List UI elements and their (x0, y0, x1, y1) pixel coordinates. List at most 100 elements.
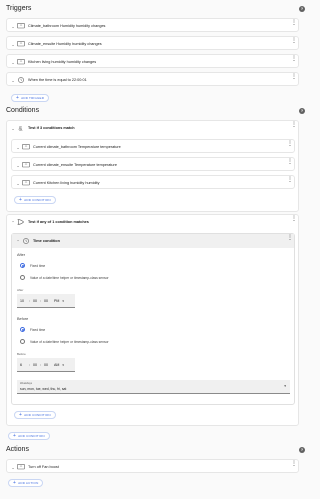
chevron-down-icon[interactable]: ⌄ (9, 78, 17, 83)
overflow-menu-icon[interactable]: ⋮ (291, 74, 297, 80)
before-heading: Before (17, 317, 29, 321)
before-fixed-time-radio[interactable] (20, 327, 25, 332)
condition-group-and: ⌄ & Test if 3 conditions match ⋮ ⌄ Curre… (6, 120, 299, 212)
condition-label: Current Kitchen living humidity humidity (33, 181, 100, 185)
chevron-down-icon[interactable]: ⌄ (9, 126, 17, 131)
plus-icon: + (19, 412, 23, 418)
after-second[interactable]: 00 (44, 299, 48, 303)
trigger-row[interactable]: ⌄ Kitchen living humidity humidity chang… (6, 54, 299, 68)
condition-label: Current climate_bathroom Temperature tem… (33, 145, 121, 149)
condition-row[interactable]: ⌄ Current climate_ensuite Temperature te… (11, 157, 295, 171)
dropdown-arrow-icon: ▾ (62, 298, 64, 303)
device-icon (22, 144, 30, 150)
after-ampm[interactable]: PM (54, 299, 59, 303)
actions-heading: Actions (6, 446, 29, 453)
time-condition-title: Time condition (33, 239, 60, 243)
or-gate-icon (17, 219, 25, 225)
device-icon (22, 180, 30, 186)
after-fixed-time-radio[interactable] (20, 263, 25, 268)
overflow-menu-icon[interactable]: ⋮ (291, 122, 297, 128)
condition-group-label: Test if 3 conditions match (28, 126, 75, 130)
svg-text:&: & (19, 126, 23, 131)
triggers-heading: Triggers (6, 5, 32, 12)
overflow-menu-icon[interactable]: ⋮ (287, 141, 293, 147)
before-second[interactable]: 00 (44, 363, 48, 367)
plus-icon: + (19, 197, 23, 203)
condition-group-label: Test if any of 1 condition matches (28, 220, 89, 224)
device-icon (22, 162, 30, 168)
clock-icon (18, 77, 24, 83)
condition-row[interactable]: ⌄ Current climate_bathroom Temperature t… (11, 139, 295, 153)
chevron-down-icon[interactable]: ⌄ (9, 24, 17, 29)
conditions-help-icon[interactable]: ? (299, 108, 305, 114)
chevron-down-icon[interactable]: ⌄ (14, 181, 22, 186)
before-minute[interactable]: 00 (33, 363, 37, 367)
add-condition-button[interactable]: + ADD CONDITION (8, 432, 50, 440)
overflow-menu-icon[interactable]: ⋮ (287, 235, 293, 241)
time-condition-card: ⌃ Time condition ⋮ After Fixed time Valu… (11, 233, 295, 405)
device-icon (17, 41, 25, 47)
after-minute[interactable]: 00 (33, 299, 37, 303)
weekdays-select[interactable]: Weekdays sun, mon, tue, wed, thu, fri, s… (17, 380, 290, 394)
overflow-menu-icon[interactable]: ⋮ (291, 56, 297, 62)
device-icon (17, 59, 25, 65)
chevron-down-icon[interactable]: ⌄ (14, 163, 22, 168)
plus-icon: + (13, 433, 17, 439)
condition-label: Current climate_ensuite Temperature temp… (33, 163, 117, 167)
ampersand-icon: & (19, 126, 23, 131)
before-ampm[interactable]: AM (54, 363, 59, 367)
add-action-button[interactable]: + ADD ACTION (8, 479, 44, 487)
device-icon (17, 464, 25, 470)
dropdown-arrow-icon: ▾ (62, 362, 64, 367)
overflow-menu-icon[interactable]: ⋮ (287, 177, 293, 183)
trigger-row[interactable]: ⌄ Climate_bathroom Humidity humidity cha… (6, 18, 299, 32)
condition-group-or: ⌃ Test if any of 1 condition matches ⋮ ⌃… (6, 214, 299, 426)
chevron-down-icon[interactable]: ⌄ (9, 465, 17, 470)
trigger-label: Kitchen living humidity humidity changes (28, 60, 97, 64)
overflow-menu-icon[interactable]: ⋮ (287, 159, 293, 165)
add-trigger-button[interactable]: + ADD TRIGGER (11, 94, 50, 102)
after-helper-radio[interactable] (20, 275, 25, 280)
plus-icon: + (13, 480, 17, 486)
condition-row[interactable]: ⌄ Current Kitchen living humidity humidi… (11, 175, 295, 189)
chevron-up-icon[interactable]: ⌃ (9, 220, 17, 225)
actions-help-icon[interactable]: ? (299, 447, 305, 453)
after-time-input[interactable]: 10 : 00 : 00 PM ▾ (17, 294, 75, 308)
overflow-menu-icon[interactable]: ⋮ (291, 461, 297, 467)
dropdown-arrow-icon: ▾ (284, 384, 286, 388)
trigger-label: When the time is equal to 22:00:01 (28, 78, 87, 82)
after-time-label: After (17, 288, 24, 292)
before-time-label: Before (17, 352, 26, 356)
trigger-label: Climate_bathroom Humidity humidity chang… (28, 24, 106, 28)
trigger-row[interactable]: ⌄ When the time is equal to 22:00:01 ⋮ (6, 72, 299, 86)
trigger-row[interactable]: ⌄ Climate_ensuite Humidity humidity chan… (6, 36, 299, 50)
clock-icon (23, 238, 29, 244)
add-condition-button[interactable]: + ADD CONDITION (14, 196, 56, 204)
overflow-menu-icon[interactable]: ⋮ (291, 216, 297, 222)
chevron-down-icon[interactable]: ⌄ (14, 145, 22, 150)
action-row[interactable]: ⌄ Turn off Fan boost ⋮ (6, 459, 299, 473)
after-heading: After (17, 253, 26, 257)
after-fixed-time-label: Fixed time (30, 264, 46, 268)
before-hour[interactable]: 6 (20, 363, 22, 367)
before-helper-label: Value of a date/time helper or timestamp… (30, 340, 109, 344)
after-hour[interactable]: 10 (20, 299, 24, 303)
weekdays-label: Weekdays (20, 382, 33, 385)
weekdays-value: sun, mon, tue, wed, thu, fri, sat (20, 387, 67, 391)
add-condition-button[interactable]: + ADD CONDITION (14, 411, 56, 419)
chevron-up-icon[interactable]: ⌃ (14, 239, 22, 244)
action-label: Turn off Fan boost (28, 465, 59, 469)
after-helper-label: Value of a date/time helper or timestamp… (30, 276, 109, 280)
before-helper-radio[interactable] (20, 339, 25, 344)
before-fixed-time-label: Fixed time (30, 328, 46, 332)
trigger-label: Climate_ensuite Humidity humidity change… (28, 42, 102, 46)
overflow-menu-icon[interactable]: ⋮ (291, 38, 297, 44)
plus-icon: + (16, 95, 20, 101)
triggers-help-icon[interactable]: ? (299, 6, 305, 12)
conditions-heading: Conditions (6, 107, 40, 114)
overflow-menu-icon[interactable]: ⋮ (291, 20, 297, 26)
device-icon (17, 23, 25, 29)
chevron-down-icon[interactable]: ⌄ (9, 42, 17, 47)
before-time-input[interactable]: 6 : 00 : 00 AM ▾ (17, 358, 75, 372)
chevron-down-icon[interactable]: ⌄ (9, 60, 17, 65)
